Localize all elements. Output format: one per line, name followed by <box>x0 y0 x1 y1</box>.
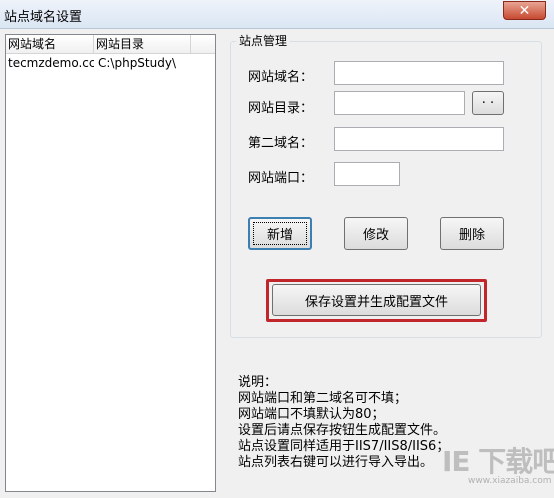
focus-ring <box>253 222 307 245</box>
note-line: 网站端口不填默认为80； <box>238 407 385 422</box>
browse-label: · · <box>481 95 495 111</box>
column-header-domain[interactable]: 网站域名 <box>6 35 94 53</box>
note-line: 网站端口和第二域名可不填； <box>238 391 408 406</box>
delete-button[interactable]: 删除 <box>440 217 504 250</box>
site-management-title: 站点管理 <box>236 32 291 49</box>
note-line: 站点列表右键可以进行导入导出。 <box>238 455 434 470</box>
domain-label: 网站域名： <box>248 70 314 85</box>
notes-heading: 说明： <box>238 375 278 390</box>
watermark-url: www.xiazaiba.com <box>468 476 552 486</box>
watermark-logo: IE 下载吧 <box>442 445 554 478</box>
save-label: 保存设置并生成配置文件 <box>304 294 448 310</box>
site-list-row[interactable]: tecmzdemo.cc C:\phpStudy\ <box>6 54 215 72</box>
modify-label: 修改 <box>362 228 389 243</box>
note-line: 站点设置同样适用于IIS7/IIS8/IIS6； <box>238 439 450 454</box>
notes: 说明： 网站端口和第二域名可不填； 网站端口不填默认为80； 设置后请点保存按钮… <box>238 375 449 471</box>
add-button[interactable]: 新增 <box>248 217 312 250</box>
column-header-directory[interactable]: 网站目录 <box>94 35 191 53</box>
site-domain-settings-window: 站点域名设置 ✕ 网站域名 网站目录 tecmzdemo.cc C:\phpSt… <box>0 0 554 498</box>
window-title: 站点域名设置 <box>4 10 83 25</box>
note-line: 设置后请点保存按钮生成配置文件。 <box>238 423 447 438</box>
second-domain-label: 第二域名： <box>248 136 314 151</box>
modify-button[interactable]: 修改 <box>344 217 408 250</box>
delete-label: 删除 <box>458 228 485 243</box>
site-domain-cell: tecmzdemo.cc <box>8 56 94 70</box>
close-button[interactable]: ✕ <box>503 1 546 20</box>
port-input[interactable] <box>334 162 400 186</box>
domain-input[interactable] <box>334 61 504 85</box>
close-icon: ✕ <box>518 2 531 19</box>
browse-directory-button[interactable]: · · <box>472 91 504 115</box>
site-list-header: 网站域名 网站目录 <box>6 35 215 54</box>
save-and-generate-config-button[interactable]: 保存设置并生成配置文件 <box>272 284 481 316</box>
title-bar: 站点域名设置 ✕ <box>0 0 554 29</box>
port-label: 网站端口： <box>248 171 314 186</box>
site-list[interactable]: 网站域名 网站目录 tecmzdemo.cc C:\phpStudy\ <box>5 34 216 492</box>
site-directory-cell: C:\phpStudy\ <box>98 56 176 70</box>
directory-input[interactable] <box>334 91 465 115</box>
directory-label: 网站目录： <box>248 101 314 116</box>
second-domain-input[interactable] <box>334 127 504 151</box>
